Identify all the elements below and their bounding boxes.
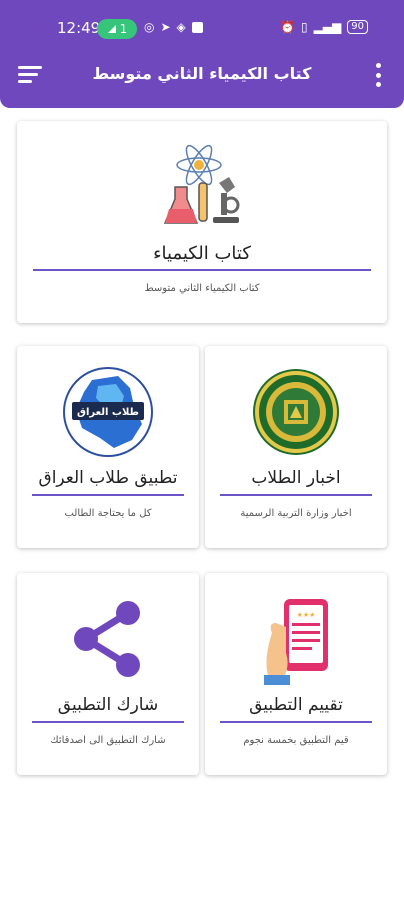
location-icon: ◈ [176, 20, 186, 34]
card-subtitle: قيم التطبيق بخمسة نجوم [243, 735, 349, 746]
card-subtitle: كل ما يحتاجة الطالب [64, 508, 152, 519]
rate-app-card[interactable]: ★★★ تقييم التطبيق قيم التطبيق بخمسة نجوم [205, 573, 387, 775]
divider [32, 721, 184, 723]
more-vert-icon[interactable] [374, 63, 382, 87]
ministry-seal-icon [253, 369, 339, 455]
divider [33, 269, 371, 271]
iraq-map-logo-icon: طلاب العراق [63, 367, 153, 457]
notification-pill: 1 [97, 19, 137, 39]
app-bar: 12:49 1 ◎ ➤ ◈ ⏰ ▯ ▂▄▆ 90 كتاب الكيمياء ا… [0, 0, 404, 108]
alarm-icon: ⏰ [280, 20, 295, 34]
card-title: شارك التطبيق [57, 695, 159, 715]
chemistry-book-card[interactable]: كتاب الكيمياء كتاب الكيمياء الثاني متوسط [17, 121, 387, 323]
divider [220, 494, 372, 496]
vibrate-icon: ▯ [300, 20, 308, 34]
telegram-icon: ➤ [160, 20, 171, 34]
rating-phone-icon: ★★★ [264, 599, 328, 685]
status-time: 12:49 [57, 19, 101, 37]
card-subtitle: كتاب الكيمياء الثاني متوسط [144, 283, 260, 294]
card-subtitle: اخبار وزارة التربية الرسمية [240, 508, 352, 519]
system-status-icons: ⏰ ▯ ▂▄▆ 90 [280, 20, 368, 34]
student-news-card[interactable]: اخبار الطلاب اخبار وزارة التربية الرسمية [205, 346, 387, 548]
card-title: كتاب الكيمياء [153, 243, 251, 264]
card-title: تطبيق طلاب العراق [38, 468, 178, 488]
divider [220, 721, 372, 723]
notification-square-icon [191, 22, 203, 33]
signal-strength-icon [107, 25, 116, 33]
hamburger-menu-icon[interactable] [18, 66, 42, 84]
chemistry-lab-icon [163, 144, 240, 224]
battery-icon: 90 [347, 20, 368, 34]
notification-count: 1 [119, 22, 128, 36]
card-title: اخبار الطلاب [251, 468, 341, 488]
app-notification-icons: ◎ ➤ ◈ [144, 20, 203, 34]
card-subtitle: شارك التطبيق الى اصدقائك [50, 735, 166, 746]
logo-text: طلاب العراق [77, 407, 139, 418]
share-icon [74, 601, 140, 677]
svg-text:★★★: ★★★ [297, 611, 316, 619]
cell-signal-icon: ▂▄▆ [313, 20, 342, 34]
divider [32, 494, 184, 496]
iraq-students-app-card[interactable]: طلاب العراق تطبيق طلاب العراق كل ما يحتا… [17, 346, 199, 548]
status-bar: 12:49 1 ◎ ➤ ◈ ⏰ ▯ ▂▄▆ 90 [0, 14, 404, 44]
whatsapp-icon: ◎ [144, 20, 155, 34]
page-title: كتاب الكيمياء الثاني متوسط [92, 64, 312, 83]
card-title: تقييم التطبيق [249, 695, 343, 715]
share-app-card[interactable]: شارك التطبيق شارك التطبيق الى اصدقائك [17, 573, 199, 775]
